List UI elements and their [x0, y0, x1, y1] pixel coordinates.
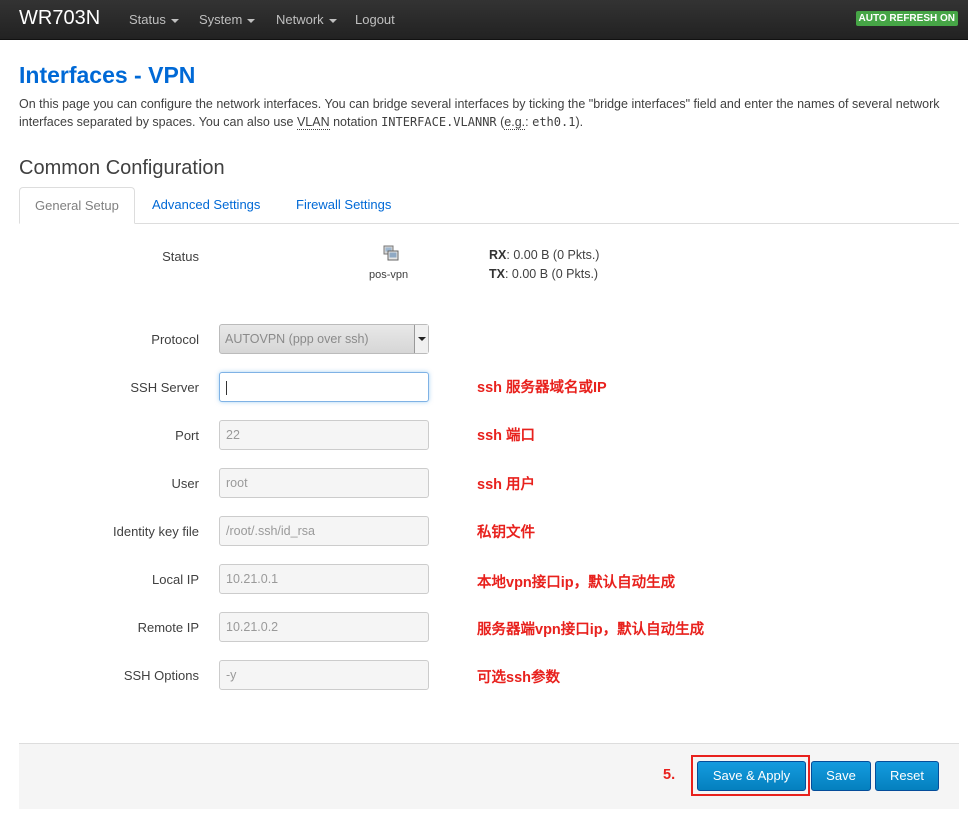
ssh-server-label: SSH Server — [130, 380, 199, 395]
annotation-remote-ip: 服务器端vpn接口ip，默认自动生成 — [477, 622, 705, 638]
identity-key-label: Identity key file — [113, 524, 199, 539]
network-interface-icon — [383, 245, 399, 261]
menu-system-label: System — [199, 12, 243, 27]
caret-down-icon — [247, 18, 256, 23]
auto-refresh-badge[interactable]: AUTO REFRESH ON — [855, 11, 958, 26]
step-number-annotation: 5. — [663, 767, 676, 783]
reset-button[interactable]: Reset — [875, 761, 939, 791]
annotation-user: ssh 用户 — [477, 477, 536, 493]
user-input[interactable]: root — [219, 468, 429, 498]
ssh-server-input[interactable] — [219, 372, 429, 402]
text-cursor — [226, 380, 227, 395]
port-label: Port — [175, 428, 199, 443]
dropdown-arrow-icon[interactable] — [414, 325, 428, 353]
tx-label: TX — [489, 267, 505, 281]
local-ip-label: Local IP — [152, 572, 199, 587]
desc-text-2: notation — [329, 115, 382, 129]
interface-name: pos-vpn — [369, 269, 409, 281]
annotation-identity: 私钥文件 — [477, 525, 535, 541]
menu-status[interactable]: Status — [129, 12, 179, 27]
desc-example-code: eth0.1 — [532, 115, 576, 129]
page-description: On this page you can configure the netwo… — [19, 95, 949, 131]
identity-key-input[interactable]: /root/.ssh/id_rsa — [219, 516, 429, 546]
brand-logo[interactable]: WR703N — [19, 7, 100, 30]
tab-firewall-settings[interactable]: Firewall Settings — [281, 187, 406, 224]
page-title: Interfaces - VPN — [19, 62, 196, 88]
caret-down-icon — [328, 18, 337, 23]
annotation-port: ssh 端口 — [477, 428, 536, 444]
rx-stats: RX: 0.00 B (0 Pkts.) — [489, 248, 599, 262]
tx-value: : 0.00 B (0 Pkts.) — [504, 267, 599, 281]
desc-eg-abbr: e.g. — [504, 115, 526, 130]
section-title: Common Configuration — [19, 157, 225, 179]
desc-vlan-abbr: VLAN — [296, 115, 330, 130]
port-input[interactable]: 22 — [219, 420, 429, 450]
rx-value: : 0.00 B (0 Pkts.) — [506, 248, 600, 262]
tab-general-setup[interactable]: General Setup — [19, 187, 135, 224]
annotation-ssh-options: 可选ssh参数 — [477, 670, 560, 686]
save-button[interactable]: Save — [811, 761, 871, 791]
desc-code: INTERFACE.VLANNR — [381, 115, 497, 129]
tab-advanced-settings[interactable]: Advanced Settings — [137, 187, 275, 224]
save-apply-button[interactable]: Save & Apply — [697, 761, 806, 791]
desc-text-5: ). — [575, 115, 584, 129]
user-label: User — [171, 476, 199, 491]
menu-system[interactable]: System — [199, 12, 256, 27]
menu-logout[interactable]: Logout — [355, 12, 395, 27]
menu-network-label: Network — [276, 12, 324, 27]
ssh-options-input[interactable]: -y — [219, 660, 429, 690]
local-ip-input[interactable]: 10.21.0.1 — [219, 564, 429, 594]
menu-network[interactable]: Network — [276, 12, 337, 27]
menu-status-label: Status — [129, 12, 166, 27]
rx-label: RX — [489, 248, 507, 262]
remote-ip-label: Remote IP — [137, 620, 199, 635]
remote-ip-input[interactable]: 10.21.0.2 — [219, 612, 429, 642]
status-label: Status — [162, 249, 199, 264]
protocol-select[interactable]: AUTOVPN (ppp over ssh) — [219, 324, 429, 354]
annotation-ssh-server: ssh 服务器域名或IP — [477, 380, 607, 396]
protocol-label: Protocol — [151, 332, 199, 347]
protocol-selected-value: AUTOVPN (ppp over ssh) — [225, 332, 369, 346]
caret-down-icon — [170, 18, 179, 23]
top-navbar: WR703N Status System Network Logout AUTO… — [0, 0, 968, 40]
tx-stats: TX: 0.00 B (0 Pkts.) — [489, 267, 598, 281]
annotation-local-ip: 本地vpn接口ip，默认自动生成 — [477, 575, 676, 591]
ssh-options-label: SSH Options — [123, 668, 199, 683]
